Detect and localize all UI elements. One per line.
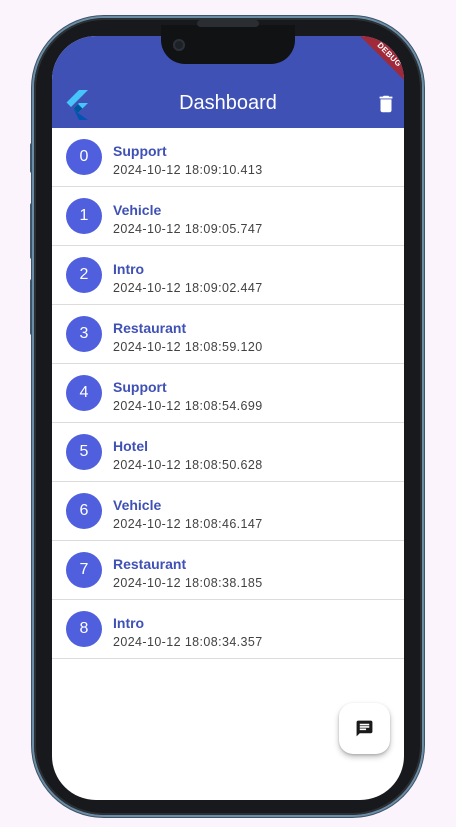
- item-title: Hotel: [113, 438, 148, 454]
- item-title: Restaurant: [113, 556, 187, 572]
- chat-message-icon: [356, 720, 373, 737]
- new-chat-fab[interactable]: [339, 703, 390, 754]
- index-avatar: 3: [66, 316, 102, 352]
- list-item[interactable]: 4 Support 2024-10-12 18:08:54.699: [52, 364, 404, 423]
- trash-icon[interactable]: [375, 93, 397, 115]
- item-timestamp: 2024-10-12 18:08:59.120: [113, 340, 263, 354]
- session-list: 0 Support 2024-10-12 18:09:10.413 1 Vehi…: [52, 128, 404, 659]
- index-avatar: 6: [66, 493, 102, 529]
- list-item[interactable]: 7 Restaurant 2024-10-12 18:08:38.185: [52, 541, 404, 600]
- item-title: Restaurant: [113, 320, 187, 336]
- index-avatar: 7: [66, 552, 102, 588]
- item-timestamp: 2024-10-12 18:08:46.147: [113, 517, 263, 531]
- speaker-grille: [197, 20, 259, 27]
- phone-notch: [161, 25, 295, 64]
- page: Dashboard DEBUG 0 Support 2024-10-12 18:…: [0, 0, 456, 827]
- index-avatar: 1: [66, 198, 102, 234]
- front-camera-icon: [173, 39, 185, 51]
- phone-screen: Dashboard DEBUG 0 Support 2024-10-12 18:…: [52, 36, 404, 800]
- item-timestamp: 2024-10-12 18:08:38.185: [113, 576, 263, 590]
- list-item[interactable]: 5 Hotel 2024-10-12 18:08:50.628: [52, 423, 404, 482]
- item-title: Vehicle: [113, 202, 162, 218]
- item-timestamp: 2024-10-12 18:08:54.699: [113, 399, 263, 413]
- item-title: Intro: [113, 615, 145, 631]
- list-item[interactable]: 0 Support 2024-10-12 18:09:10.413: [52, 128, 404, 187]
- item-timestamp: 2024-10-12 18:09:10.413: [113, 163, 263, 177]
- index-avatar: 2: [66, 257, 102, 293]
- item-timestamp: 2024-10-12 18:09:02.447: [113, 281, 263, 295]
- item-timestamp: 2024-10-12 18:09:05.747: [113, 222, 263, 236]
- list-item[interactable]: 2 Intro 2024-10-12 18:09:02.447: [52, 246, 404, 305]
- item-timestamp: 2024-10-12 18:08:50.628: [113, 458, 263, 472]
- list-item[interactable]: 1 Vehicle 2024-10-12 18:09:05.747: [52, 187, 404, 246]
- item-title: Vehicle: [113, 497, 162, 513]
- index-avatar: 5: [66, 434, 102, 470]
- list-item[interactable]: 3 Restaurant 2024-10-12 18:08:59.120: [52, 305, 404, 364]
- item-timestamp: 2024-10-12 18:08:34.357: [113, 635, 263, 649]
- item-title: Intro: [113, 261, 145, 277]
- item-title: Support: [113, 143, 167, 159]
- list-item[interactable]: 6 Vehicle 2024-10-12 18:08:46.147: [52, 482, 404, 541]
- item-title: Support: [113, 379, 167, 395]
- list-item[interactable]: 8 Intro 2024-10-12 18:08:34.357: [52, 600, 404, 659]
- index-avatar: 8: [66, 611, 102, 647]
- index-avatar: 0: [66, 139, 102, 175]
- page-title: Dashboard: [179, 92, 277, 114]
- index-avatar: 4: [66, 375, 102, 411]
